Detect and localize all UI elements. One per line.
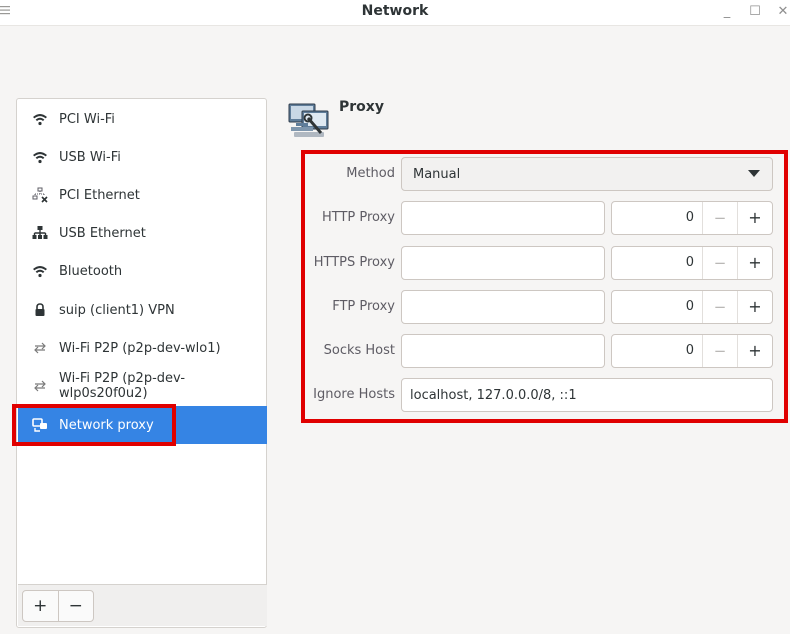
sidebar-item-label: USB Ethernet — [59, 225, 146, 241]
ethernet-icon — [32, 225, 48, 241]
arrows-icon — [32, 378, 48, 394]
sidebar-item-pci-wifi[interactable]: PCI Wi-Fi — [18, 100, 267, 138]
sidebar: PCI Wi-Fi USB Wi-Fi PCI Ethernet USB Eth… — [16, 98, 267, 628]
sidebar-item-bluetooth[interactable]: Bluetooth — [18, 252, 267, 290]
minimize-button[interactable]: _ — [718, 3, 736, 21]
sidebar-item-usb-ethernet[interactable]: USB Ethernet — [18, 214, 267, 252]
wifi-icon — [32, 111, 48, 127]
sidebar-item-label: USB Wi-Fi — [59, 149, 121, 165]
sidebar-item-label: suip (client1) VPN — [59, 302, 175, 318]
sidebar-footer: + − — [18, 584, 267, 626]
proxy-icon — [288, 101, 330, 143]
wifi-icon — [32, 263, 48, 279]
highlight-box-proxy-form — [301, 150, 788, 423]
sidebar-item-label: PCI Ethernet — [59, 187, 140, 203]
sidebar-item-vpn[interactable]: suip (client1) VPN — [18, 291, 267, 329]
close-button[interactable]: ✕ — [774, 3, 790, 21]
sidebar-item-pci-ethernet[interactable]: PCI Ethernet — [18, 176, 267, 214]
sidebar-item-wifi-p2p-wlp0s20f0u2[interactable]: Wi-Fi P2P (p2p-dev-wlp0s20f0u2) — [18, 367, 267, 405]
sidebar-item-label: Wi-Fi P2P (p2p-dev-wlo1) — [59, 340, 221, 356]
highlight-box-sidebar — [12, 404, 176, 446]
add-connection-button[interactable]: + — [23, 591, 59, 621]
sidebar-item-wifi-p2p-wlo1[interactable]: Wi-Fi P2P (p2p-dev-wlo1) — [18, 329, 267, 367]
sidebar-item-usb-wifi[interactable]: USB Wi-Fi — [18, 138, 267, 176]
wifi-icon — [32, 149, 48, 165]
sidebar-item-label: Wi-Fi P2P (p2p-dev-wlp0s20f0u2) — [59, 371, 186, 401]
window-title: Network — [361, 3, 429, 19]
arrows-icon — [32, 340, 48, 356]
lock-icon — [32, 302, 48, 318]
sidebar-item-label: Bluetooth — [59, 263, 123, 279]
sidebar-item-label: PCI Wi-Fi — [59, 111, 115, 127]
ethernet-disconnected-icon — [32, 187, 48, 203]
remove-connection-button[interactable]: − — [59, 591, 94, 621]
title-bar: Network _ ☐ ✕ — [0, 0, 790, 26]
maximize-button[interactable]: ☐ — [746, 3, 764, 21]
sidebar-button-group: + − — [22, 590, 94, 622]
proxy-title: Proxy — [339, 99, 384, 115]
